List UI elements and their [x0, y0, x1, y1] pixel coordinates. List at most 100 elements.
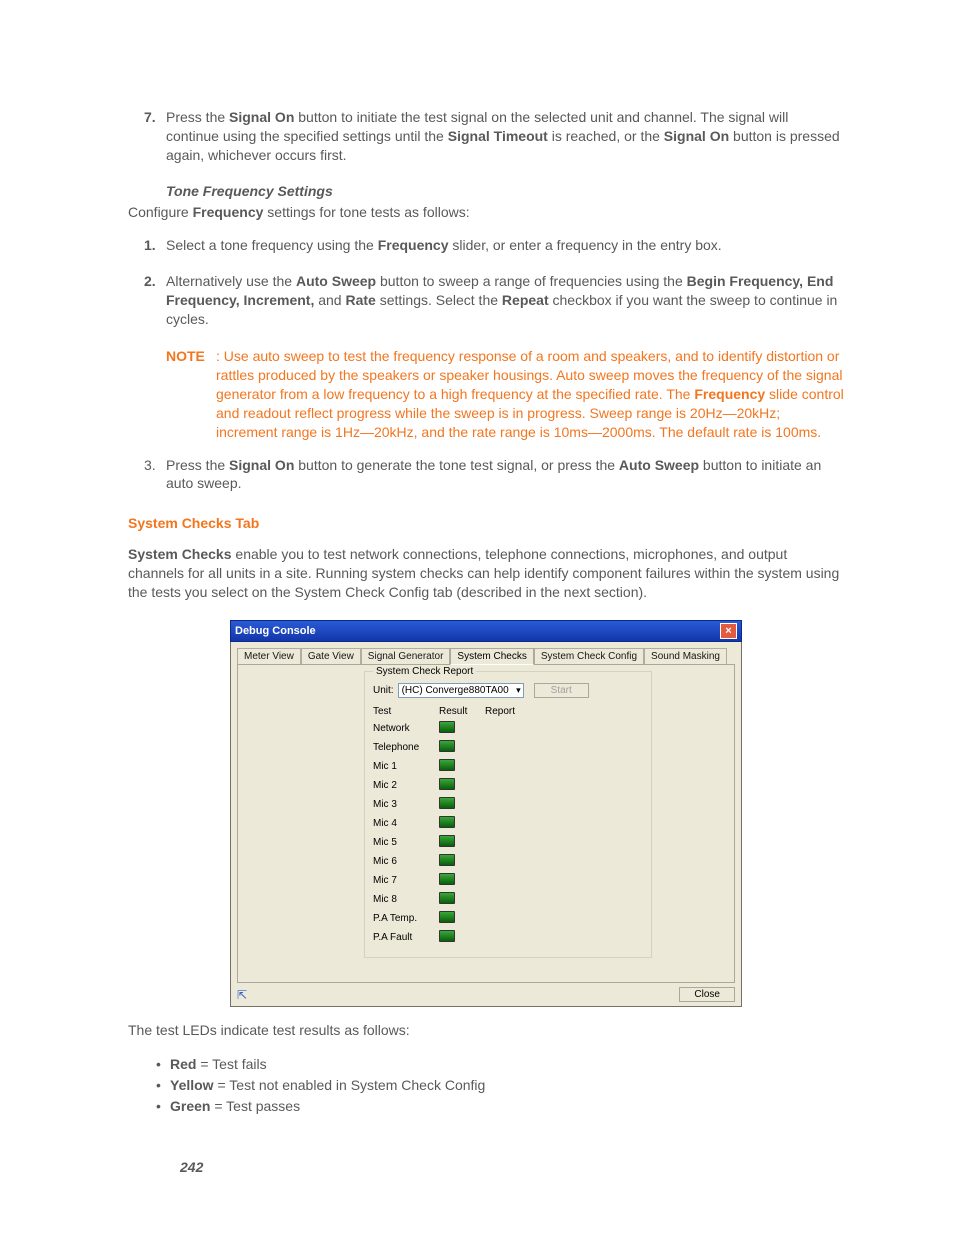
table-row: Mic 8: [373, 892, 643, 907]
text-run: and: [314, 292, 345, 308]
text-run: slider, or enter a frequency in the entr…: [449, 237, 722, 253]
bold-run: Auto Sweep: [619, 457, 699, 473]
tab-panel: System Check Report Unit: (HC) Converge8…: [237, 664, 735, 983]
tab-system-checks[interactable]: System Checks: [450, 648, 533, 665]
window-title: Debug Console: [235, 625, 316, 637]
bold-run: Frequency: [694, 386, 765, 402]
led-icon: [439, 892, 455, 904]
subsection-heading: Tone Frequency Settings: [166, 183, 844, 199]
unit-select[interactable]: (HC) Converge880TA00: [398, 683, 524, 698]
led-icon: [439, 873, 455, 885]
test-name: Mic 5: [373, 837, 429, 848]
test-name: Mic 3: [373, 799, 429, 810]
table-row: Mic 2: [373, 778, 643, 793]
tab-meter-view[interactable]: Meter View: [237, 648, 301, 665]
text-run: Select a tone frequency using the: [166, 237, 378, 253]
list-item: Green = Test passes: [156, 1096, 844, 1117]
test-name: Mic 8: [373, 894, 429, 905]
result-led: [439, 816, 475, 831]
tab-system-check-config[interactable]: System Check Config: [534, 648, 644, 665]
table-header-row: Test Result Report: [373, 706, 643, 717]
result-led: [439, 797, 475, 812]
bold-run: Frequency: [193, 204, 264, 220]
text-run: enable you to test network connections, …: [128, 546, 839, 600]
test-name: Mic 7: [373, 875, 429, 886]
result-led: [439, 873, 475, 888]
test-name: P.A Fault: [373, 932, 429, 943]
tab-gate-view[interactable]: Gate View: [301, 648, 361, 665]
col-report: Report: [485, 706, 521, 717]
result-led: [439, 778, 475, 793]
table-row: Mic 4: [373, 816, 643, 831]
text-run: button to generate the tone test signal,…: [294, 457, 619, 473]
result-led: [439, 892, 475, 907]
bold-run: Signal On: [229, 457, 294, 473]
bold-run: Repeat: [502, 292, 549, 308]
text-run: settings for tone tests as follows:: [263, 204, 469, 220]
resize-icon[interactable]: ⇱: [237, 988, 247, 1002]
led-icon: [439, 778, 455, 790]
table-row: Telephone: [373, 740, 643, 755]
led-icon: [439, 911, 455, 923]
tab-sound-masking[interactable]: Sound Masking: [644, 648, 727, 665]
dialog-bottom-bar: ⇱ Close: [237, 987, 735, 1002]
result-led: [439, 930, 475, 945]
led-icon: [439, 835, 455, 847]
ordered-step-7: 7. Press the Signal On button to initiat…: [166, 108, 844, 165]
tab-signal-generator[interactable]: Signal Generator: [361, 648, 451, 665]
embedded-screenshot: Debug Console × Meter View Gate View Sig…: [230, 620, 742, 1007]
led-icon: [439, 816, 455, 828]
note-block: NOTE : Use auto sweep to test the freque…: [166, 347, 844, 441]
table-row: Network: [373, 721, 643, 736]
groupbox-legend: System Check Report: [373, 666, 476, 677]
text-run: Configure: [128, 204, 193, 220]
start-button[interactable]: Start: [534, 683, 589, 698]
text-run: Press the: [166, 109, 229, 125]
table-row: Mic 3: [373, 797, 643, 812]
bold-run: System Checks: [128, 546, 232, 562]
note-label-text: NOTE: [166, 348, 205, 364]
text-run: settings. Select the: [376, 292, 502, 308]
text-run: button to sweep a range of frequencies u…: [376, 273, 687, 289]
text-run: Alternatively use the: [166, 273, 296, 289]
page-number: 242: [180, 1159, 203, 1175]
table-row: Mic 6: [373, 854, 643, 869]
body-paragraph: System Checks enable you to test network…: [128, 545, 844, 602]
ordered-step-1: 1. Select a tone frequency using the Fre…: [166, 236, 844, 255]
bold-run: Red: [170, 1056, 196, 1072]
step-number: 7.: [144, 108, 156, 127]
test-name: Mic 2: [373, 780, 429, 791]
led-icon: [439, 721, 455, 733]
result-led: [439, 721, 475, 736]
test-name: Telephone: [373, 742, 429, 753]
result-led: [439, 759, 475, 774]
note-label: NOTE: [166, 347, 216, 441]
test-name: Network: [373, 723, 429, 734]
groupbox-system-check-report: System Check Report Unit: (HC) Converge8…: [364, 671, 652, 958]
bold-run: Rate: [345, 292, 375, 308]
close-button[interactable]: Close: [679, 987, 735, 1002]
led-bullets: Red = Test fails Yellow = Test not enabl…: [156, 1054, 844, 1117]
led-icon: [439, 930, 455, 942]
unit-label: Unit:: [373, 685, 394, 696]
bold-run: Frequency: [378, 237, 449, 253]
result-led: [439, 740, 475, 755]
bold-run: Green: [170, 1098, 210, 1114]
section-heading: System Checks Tab: [128, 515, 844, 531]
test-name: P.A Temp.: [373, 913, 429, 924]
close-icon[interactable]: ×: [720, 623, 737, 639]
test-name: Mic 1: [373, 761, 429, 772]
led-icon: [439, 797, 455, 809]
result-led: [439, 835, 475, 850]
step-number: 3.: [144, 456, 156, 475]
result-led: [439, 911, 475, 926]
list-item: Yellow = Test not enabled in System Chec…: [156, 1075, 844, 1096]
bold-run: Signal Timeout: [448, 128, 548, 144]
result-led: [439, 854, 475, 869]
led-icon: [439, 854, 455, 866]
led-icon: [439, 759, 455, 771]
text-run: :: [216, 348, 224, 364]
list-item: Red = Test fails: [156, 1054, 844, 1075]
tab-strip: Meter View Gate View Signal Generator Sy…: [237, 648, 735, 665]
bold-run: Signal On: [229, 109, 294, 125]
